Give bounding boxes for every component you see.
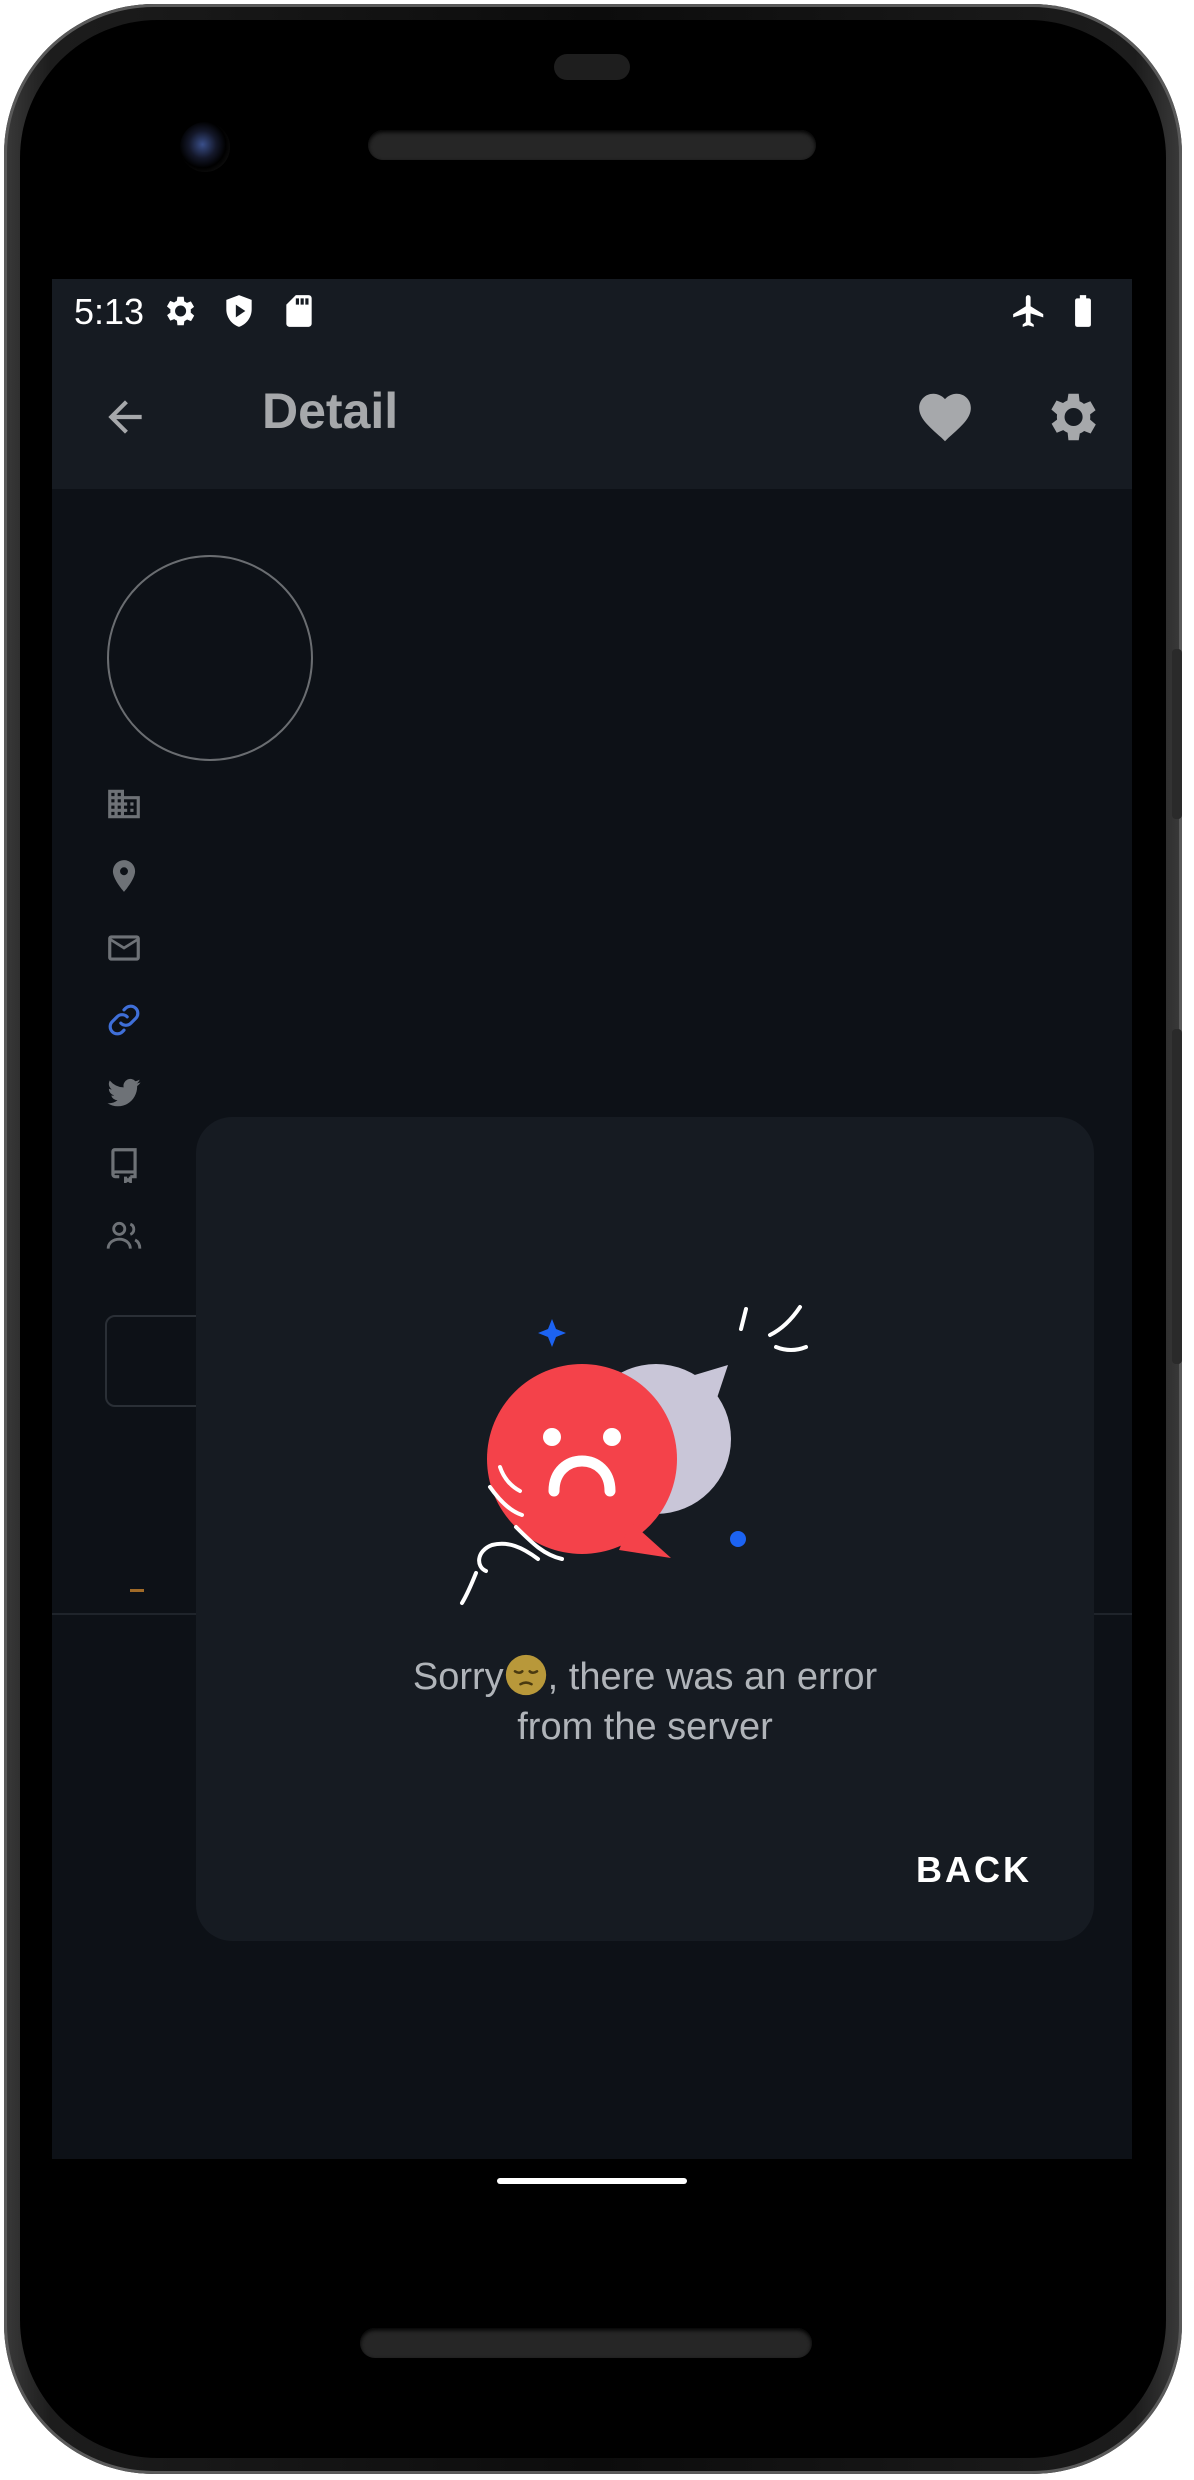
arrow-left-icon[interactable] [100, 392, 150, 442]
volume-rocker [1172, 1029, 1182, 1364]
status-bar: 5:13 [52, 279, 1132, 342]
repo-icon [111, 1148, 137, 1183]
top-speaker [368, 130, 816, 160]
airplane-icon [1013, 295, 1044, 327]
battery-icon [1075, 295, 1091, 327]
settings-icon[interactable] [1040, 386, 1102, 448]
pensive-face-emoji [505, 1654, 546, 1696]
email-icon [108, 935, 140, 961]
gear-icon [166, 296, 195, 326]
shield-play-icon [226, 295, 252, 327]
gesture-nav-handle[interactable] [497, 2178, 687, 2184]
location-pin-icon [112, 860, 136, 892]
sd-card-icon [286, 295, 312, 327]
company-icon [108, 789, 140, 819]
people-icon [106, 1221, 142, 1249]
link-icon[interactable] [105, 1001, 143, 1039]
heart-icon[interactable] [914, 386, 976, 448]
top-sensor [554, 54, 630, 80]
app-bar: Detail [52, 342, 1132, 489]
back-button[interactable]: BACK [902, 1839, 1046, 1901]
message-line2: from the server [517, 1706, 773, 1748]
tab-indicator [130, 1589, 144, 1592]
twitter-icon [107, 1078, 141, 1107]
status-time: 5:13 [74, 291, 145, 332]
app-screen: 5:13 Detail Sorry , there was an error f… [52, 279, 1132, 2159]
page-title: Detail [262, 383, 399, 439]
sad-chat-bubbles-illustration [460, 1305, 808, 1605]
power-button [1172, 649, 1182, 819]
bottom-speaker [360, 2328, 812, 2358]
avatar [107, 555, 313, 761]
message-line1-suffix: , there was an error [547, 1656, 878, 1698]
message-line1-prefix: Sorry [412, 1656, 504, 1698]
front-camera [180, 122, 230, 172]
error-dialog: Sorry , there was an error from the serve… [196, 1117, 1094, 1941]
error-message: Sorry , there was an error from the serve… [276, 1652, 1014, 1752]
